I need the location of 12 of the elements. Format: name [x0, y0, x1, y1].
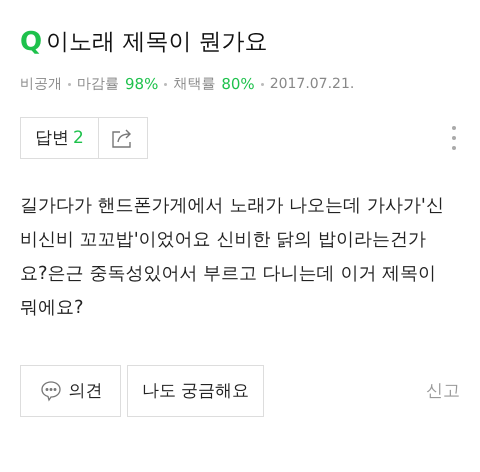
meta-value: 98%	[125, 74, 158, 95]
meta-label: 마감률	[77, 74, 119, 94]
question-mark-label: Q	[20, 29, 42, 56]
meta-value: 80%	[221, 74, 255, 95]
action-button[interactable]: 나도 궁금해요	[127, 365, 264, 418]
comment-button[interactable]: 의견	[20, 365, 121, 418]
question-body: 길가다가 핸드폰가게에서 노래가 나오는데 가사가'신비신비 꼬꼬밥'이었어요 신비한 닭의 밥이라는건가요?은근 중독성있어서 부르고 다니는데 이거 제목이 뭐에요?	[20, 194, 445, 320]
meta-label: 비공개	[20, 74, 62, 94]
meta-label: 2017.07.21.	[270, 74, 354, 94]
meta-label: 채택률	[173, 74, 216, 94]
speech-bubble-icon	[38, 379, 62, 404]
question-title: 이노래 제목이 뭔가요	[46, 28, 268, 57]
